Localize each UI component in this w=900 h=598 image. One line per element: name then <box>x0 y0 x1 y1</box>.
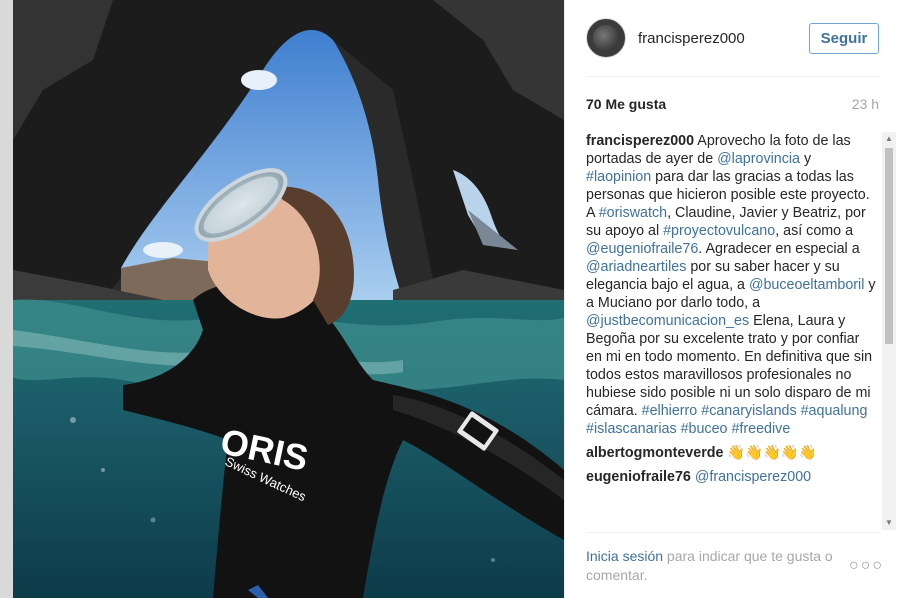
post-time[interactable]: 23 h <box>852 96 879 112</box>
username-link[interactable]: francisperez000 <box>638 30 809 47</box>
mention-link[interactable]: @ariadneartiles <box>586 259 686 275</box>
post-header: francisperez000 Seguir <box>586 0 879 77</box>
login-prompt: Inicia sesión para indicar que te gusta … <box>586 547 849 585</box>
hashtag-link[interactable]: #laopinion <box>586 169 651 185</box>
hashtag-link[interactable]: #oriswatch <box>599 205 667 221</box>
caption-text: . Agradecer en especial a <box>698 241 860 257</box>
hashtag-link[interactable]: #elhierro <box>642 403 698 419</box>
post-meta: 70 Me gusta 23 h <box>586 77 879 131</box>
likes-count[interactable]: 70 Me gusta <box>586 96 666 112</box>
post-sidebar: francisperez000 Seguir 70 Me gusta 23 h … <box>564 0 900 598</box>
avatar[interactable] <box>586 18 626 58</box>
comment-item: albertogmonteverde 👋👋👋👋👋 <box>586 444 878 462</box>
comment-user-link[interactable]: albertogmonteverde <box>586 445 723 461</box>
caption: francisperez000 Aprovecho la foto de las… <box>586 132 878 438</box>
comments-list: francisperez000 Aprovecho la foto de las… <box>586 132 878 532</box>
post-photo: ORIS Swiss Watches <box>13 0 564 598</box>
hashtag-link[interactable]: #aqualung <box>801 403 868 419</box>
hashtag-link[interactable]: #islascanarias <box>586 421 677 437</box>
caption-text: , así como a <box>775 223 854 239</box>
avatar-image <box>593 25 619 51</box>
more-options-icon[interactable]: ○○○ <box>849 557 882 575</box>
caption-user-link[interactable]: francisperez000 <box>586 133 694 149</box>
hashtag-link[interactable]: #freedive <box>731 421 790 437</box>
mention-link[interactable]: @buceoeltamboril <box>749 277 864 293</box>
comment-text: 👋👋👋👋👋 <box>723 445 817 461</box>
post-modal: ORIS Swiss Watches francisperez000 Segui… <box>13 0 900 598</box>
comment-text[interactable]: @francisperez000 <box>691 469 811 485</box>
hashtag-link[interactable]: #buceo <box>681 421 728 437</box>
comments-scrollbar[interactable]: ▲ ▼ <box>882 132 896 530</box>
login-link[interactable]: Inicia sesión <box>586 548 663 564</box>
comment-item: eugeniofraile76 @francisperez000 <box>586 468 878 486</box>
hashtag-link[interactable]: #canaryislands <box>701 403 796 419</box>
scrollbar-thumb[interactable] <box>885 148 893 344</box>
post-footer: Inicia sesión para indicar que te gusta … <box>586 532 882 598</box>
photo-illustration: ORIS Swiss Watches <box>13 0 564 598</box>
scroll-up-icon[interactable]: ▲ <box>882 132 896 146</box>
mention-link[interactable]: @eugeniofraile76 <box>586 241 698 257</box>
mention-link[interactable]: @laprovincia <box>717 151 800 167</box>
hashtag-link[interactable]: #proyectovulcano <box>663 223 775 239</box>
follow-button[interactable]: Seguir <box>809 22 879 54</box>
mention-link[interactable]: @justbecomunicacion_es <box>586 313 749 329</box>
scroll-down-icon[interactable]: ▼ <box>882 516 896 530</box>
comment-user-link[interactable]: eugeniofraile76 <box>586 469 691 485</box>
caption-text: y <box>800 151 812 167</box>
